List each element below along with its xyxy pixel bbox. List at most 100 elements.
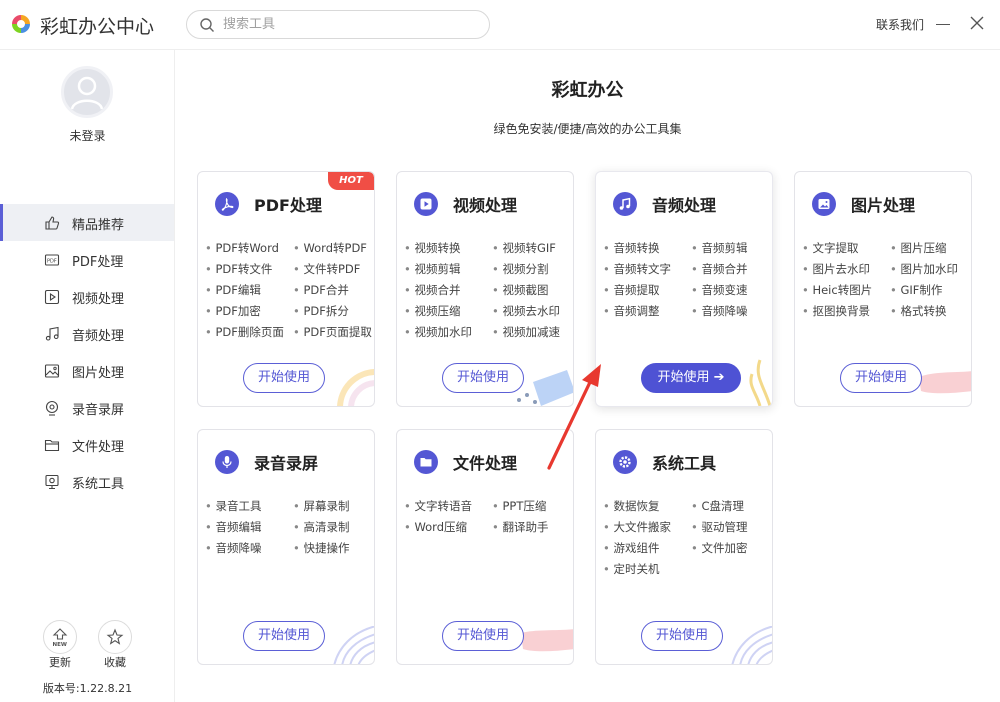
tool-item[interactable]: PDF转文件	[205, 261, 293, 277]
folder-open-icon	[414, 450, 438, 474]
tool-item[interactable]: PDF加密	[205, 303, 293, 319]
start-button[interactable]: 开始使用	[243, 621, 325, 651]
tool-item[interactable]: GIF制作	[890, 282, 971, 298]
version-text: 版本号:1.22.8.21	[42, 682, 133, 695]
minimize-icon[interactable]	[936, 24, 950, 25]
stripe-decoration	[333, 626, 374, 664]
start-button[interactable]: 开始使用 ➔	[641, 363, 741, 393]
sidebar-item-recommended[interactable]: 精品推荐	[0, 204, 174, 241]
tool-item[interactable]: 游戏组件	[603, 540, 691, 556]
tool-list: 文字转语音 PPT压缩 Word压缩 翻译助手	[404, 498, 573, 535]
tool-list: 数据恢复 C盘清理 大文件搬家 驱动管理 游戏组件 文件加密 定时关机	[603, 498, 772, 577]
card-title: PDF处理	[254, 196, 322, 215]
tool-item[interactable]: 格式转换	[890, 303, 971, 319]
sidebar-item-system[interactable]: 系统工具	[0, 463, 174, 500]
tool-item[interactable]: 文件转PDF	[293, 261, 374, 277]
start-button[interactable]: 开始使用	[243, 363, 325, 393]
close-icon[interactable]	[969, 15, 985, 31]
tool-item[interactable]: PDF删除页面	[205, 324, 293, 340]
tool-item[interactable]: 音频提取	[603, 282, 691, 298]
tool-item[interactable]: PDF转Word	[205, 240, 293, 256]
tool-item[interactable]: PDF合并	[293, 282, 374, 298]
tool-item[interactable]: 驱动管理	[691, 519, 772, 535]
tool-item[interactable]: 定时关机	[603, 561, 691, 577]
tool-item[interactable]: C盘清理	[691, 498, 772, 514]
tool-item[interactable]: 音频合并	[691, 261, 772, 277]
update-button[interactable]: NEW	[43, 620, 77, 654]
sidebar-item-audio[interactable]: 音频处理	[0, 315, 174, 352]
rainbow-logo-icon	[12, 15, 30, 33]
sidebar-item-label: 视频处理	[72, 292, 125, 307]
tool-item[interactable]: Heic转图片	[802, 282, 890, 298]
sidebar-nav: 精品推荐 PDF PDF处理 视频处理 音频处理 图片处理 录音录屏 文件处理	[0, 204, 174, 500]
tool-item[interactable]: PDF页面提取	[293, 324, 374, 340]
tool-item[interactable]: 视频截图	[492, 282, 573, 298]
login-status[interactable]: 未登录	[0, 127, 175, 144]
brush-decoration	[521, 629, 573, 652]
tool-item[interactable]: 快捷操作	[293, 540, 374, 556]
tool-item[interactable]: 图片加水印	[890, 261, 971, 277]
tool-item[interactable]: 视频分割	[492, 261, 573, 277]
tool-item[interactable]: 视频剪辑	[404, 261, 492, 277]
gear-icon	[613, 450, 637, 474]
card-video: 视频处理 视频转换 视频转GIF 视频剪辑 视频分割 视频合并 视频截图 视频压…	[396, 171, 574, 407]
tool-item[interactable]: 音频变速	[691, 282, 772, 298]
sidebar-item-file[interactable]: 文件处理	[0, 426, 174, 463]
contact-us-link[interactable]: 联系我们	[876, 16, 924, 33]
sidebar-item-video[interactable]: 视频处理	[0, 278, 174, 315]
tool-item[interactable]: 文字转语音	[404, 498, 492, 514]
tool-item[interactable]: 视频去水印	[492, 303, 573, 319]
start-button[interactable]: 开始使用	[442, 363, 524, 393]
sidebar-item-record[interactable]: 录音录屏	[0, 389, 174, 426]
tool-item[interactable]: 图片压缩	[890, 240, 971, 256]
tool-item[interactable]: 文字提取	[802, 240, 890, 256]
tool-item[interactable]: 视频转换	[404, 240, 492, 256]
tool-item[interactable]: 翻译助手	[492, 519, 573, 535]
tool-item[interactable]: 屏幕录制	[293, 498, 374, 514]
start-button[interactable]: 开始使用	[442, 621, 524, 651]
record-icon	[45, 400, 59, 416]
search-icon	[200, 18, 214, 32]
tool-item[interactable]: Word转PDF	[293, 240, 374, 256]
card-title: 文件处理	[453, 454, 518, 473]
tool-item[interactable]: PDF编辑	[205, 282, 293, 298]
tool-item[interactable]: 音频编辑	[205, 519, 293, 535]
tool-item[interactable]: 数据恢复	[603, 498, 691, 514]
brush-decoration	[919, 371, 971, 394]
tool-item[interactable]: 图片去水印	[802, 261, 890, 277]
tool-item[interactable]: 录音工具	[205, 498, 293, 514]
search-input[interactable]	[223, 14, 473, 35]
tool-item[interactable]: PDF拆分	[293, 303, 374, 319]
search-box[interactable]	[186, 10, 490, 39]
tool-item[interactable]: Word压缩	[404, 519, 492, 535]
tool-item[interactable]: 抠图换背景	[802, 303, 890, 319]
tool-item[interactable]: 大文件搬家	[603, 519, 691, 535]
tool-list: 文字提取 图片压缩 图片去水印 图片加水印 Heic转图片 GIF制作 抠图换背…	[802, 240, 971, 319]
avatar[interactable]	[61, 66, 113, 118]
tool-item[interactable]: 音频降噪	[205, 540, 293, 556]
tool-item[interactable]: PPT压缩	[492, 498, 573, 514]
tool-item[interactable]: 音频剪辑	[691, 240, 772, 256]
card-title: 音频处理	[652, 196, 717, 215]
tool-item[interactable]: 视频合并	[404, 282, 492, 298]
monitor-icon	[45, 474, 59, 490]
tool-item[interactable]: 音频降噪	[691, 303, 772, 319]
start-button[interactable]: 开始使用	[641, 621, 723, 651]
sidebar-item-image[interactable]: 图片处理	[0, 352, 174, 389]
tool-item[interactable]: 音频转文字	[603, 261, 691, 277]
sidebar-item-label: 音频处理	[72, 329, 125, 344]
tool-item[interactable]: 视频加水印	[404, 324, 492, 340]
tool-item[interactable]: 高清录制	[293, 519, 374, 535]
tool-item[interactable]: 视频转GIF	[492, 240, 573, 256]
tool-item[interactable]: 音频调整	[603, 303, 691, 319]
tool-item[interactable]: 视频压缩	[404, 303, 492, 319]
favorite-button[interactable]	[98, 620, 132, 654]
start-button[interactable]: 开始使用	[840, 363, 922, 393]
tool-list: 录音工具 屏幕录制 音频编辑 高清录制 音频降噪 快捷操作	[205, 498, 374, 556]
card-system: 系统工具 数据恢复 C盘清理 大文件搬家 驱动管理 游戏组件 文件加密 定时关机…	[595, 429, 773, 665]
card-title: 视频处理	[453, 196, 518, 215]
sidebar-item-pdf[interactable]: PDF PDF处理	[0, 241, 174, 278]
tool-item[interactable]: 视频加减速	[492, 324, 573, 340]
tool-item[interactable]: 音频转换	[603, 240, 691, 256]
tool-item[interactable]: 文件加密	[691, 540, 772, 556]
